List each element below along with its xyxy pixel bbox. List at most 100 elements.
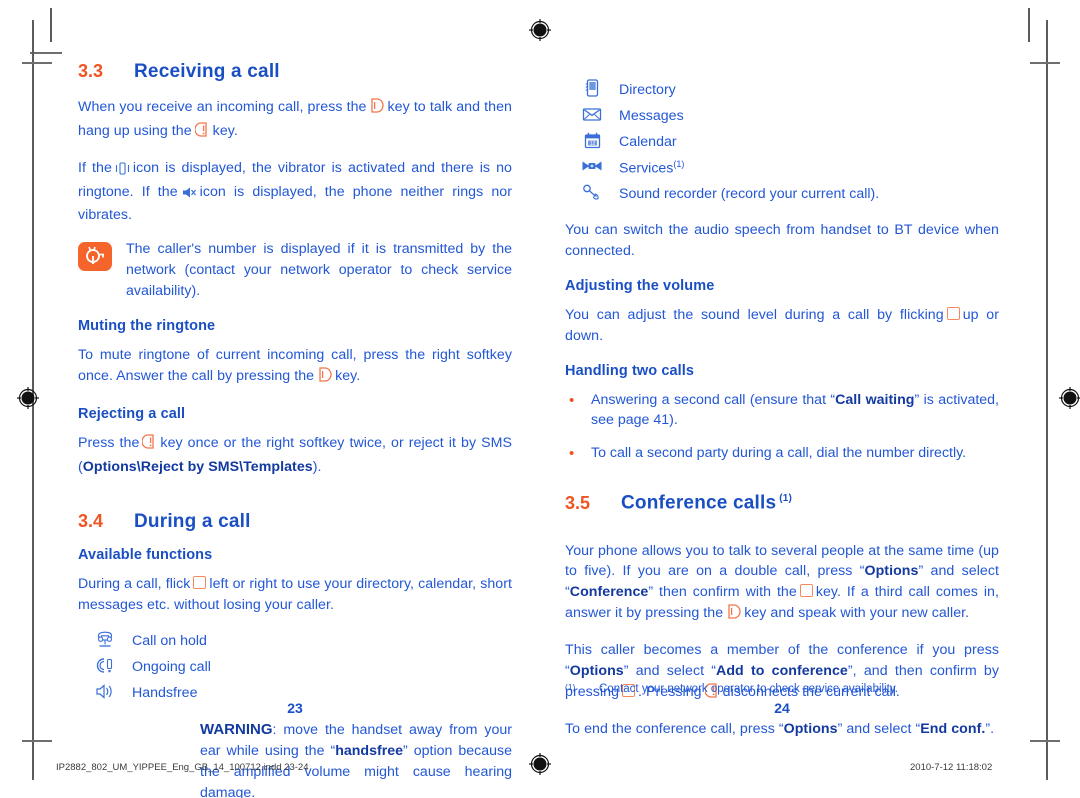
vibrate-icon bbox=[115, 161, 130, 182]
navigation-key-icon bbox=[193, 576, 207, 590]
conference-bold: Conference bbox=[569, 584, 649, 601]
list-item-label: Ongoing call bbox=[132, 658, 211, 675]
text-fragment: Press the bbox=[78, 434, 140, 451]
tip-callout: The caller's number is displayed if it i… bbox=[78, 239, 512, 302]
subheading-muting-the-ringtone: Muting the ringtone bbox=[78, 317, 216, 334]
tip-text: The caller's number is displayed if it i… bbox=[126, 241, 512, 300]
list-item: Ongoing call bbox=[78, 655, 512, 680]
text-fragment: If the bbox=[78, 159, 112, 176]
messages-envelope-icon bbox=[565, 107, 619, 127]
paragraph-bluetooth-switch: You can switch the audio speech from han… bbox=[565, 222, 999, 259]
bullet-text: To call a second party during a call, di… bbox=[591, 445, 967, 462]
text-fragment: Answering a second call (ensure that “ bbox=[591, 391, 836, 408]
paragraph-receiving-call: When you receive an incoming call, press… bbox=[78, 97, 512, 145]
paragraph-conference-3: To end the conference call, press “Optio… bbox=[565, 719, 999, 740]
call-key-icon bbox=[726, 603, 741, 627]
text-fragment: To mute ringtone of current incoming cal… bbox=[78, 346, 512, 384]
svg-text:12: 12 bbox=[589, 140, 595, 146]
list-item: Services(1) bbox=[565, 156, 999, 181]
registration-mark-bottom bbox=[529, 753, 551, 775]
subheading-adjusting-the-volume: Adjusting the volume bbox=[565, 277, 715, 294]
paragraph-rejecting: Press the key once or the right softkey t… bbox=[78, 433, 512, 478]
calendar-icon: 12 bbox=[565, 132, 619, 154]
list-item-text: Services bbox=[619, 160, 674, 177]
list-item-label: Calendar bbox=[619, 133, 677, 150]
text-fragment: ). bbox=[312, 458, 322, 475]
mute-speaker-icon bbox=[181, 185, 197, 206]
section-title-text: Conference calls bbox=[621, 492, 777, 514]
lightbulb-tip-icon bbox=[78, 242, 112, 272]
text-fragment: During a call, flick bbox=[78, 576, 191, 593]
subheading-available-functions: Available functions bbox=[78, 547, 213, 564]
footnote-reference: (1) bbox=[673, 158, 685, 169]
list-item: • To call a second party during a call, … bbox=[565, 443, 999, 465]
crop-mark-bl-horizontal bbox=[22, 740, 52, 742]
registration-mark-left bbox=[17, 387, 39, 409]
right-page-column: Directory Messages 12 Calendar Services(… bbox=[565, 62, 999, 740]
list-item: Sound recorder (record your current call… bbox=[565, 182, 999, 207]
page-number-right: 24 bbox=[774, 700, 790, 716]
sound-recorder-icon bbox=[565, 184, 619, 206]
paragraph-volume: You can adjust the sound level during a … bbox=[565, 305, 999, 347]
paragraph-vibrator-silent: If the icon is displayed, the vibrator is… bbox=[78, 158, 512, 227]
list-item-label: Handsfree bbox=[132, 684, 198, 701]
directory-icon bbox=[565, 79, 619, 102]
footnote: (1) Contact your network operator to che… bbox=[565, 681, 995, 697]
text-fragment: key. bbox=[212, 122, 238, 139]
list-item-label: Services(1) bbox=[619, 158, 684, 180]
options-bold: Options bbox=[569, 662, 624, 679]
section-number: 3.3 bbox=[78, 61, 104, 81]
crop-mark-tl-horizontal-2 bbox=[22, 62, 52, 64]
crop-mark-tr-horizontal bbox=[1030, 62, 1060, 64]
bullet-icon: • bbox=[569, 445, 575, 463]
end-call-key-icon bbox=[194, 121, 210, 145]
page-number-left: 23 bbox=[287, 700, 303, 716]
navigation-key-icon bbox=[946, 306, 960, 320]
print-slug-date: 2010-7-12 11:18:02 bbox=[910, 762, 993, 773]
paragraph-during-a-call: During a call, flick left or right to use… bbox=[78, 574, 512, 616]
list-item-label: Call on hold bbox=[132, 632, 207, 649]
text-fragment: key and speak with your new caller. bbox=[744, 605, 970, 622]
print-slug-filename: IP2882_802_UM_YIPPEE_Eng_GB_14_100712.in… bbox=[56, 762, 309, 773]
crop-mark-tl-horizontal bbox=[30, 52, 62, 54]
list-item: • Answering a second call (ensure that “… bbox=[565, 390, 999, 432]
list-item-label: Sound recorder (record your current call… bbox=[619, 185, 880, 202]
crop-mark-tl-vertical bbox=[50, 8, 52, 42]
paragraph-muting: To mute ringtone of current incoming cal… bbox=[78, 345, 512, 390]
section-title: Conference calls (1) bbox=[621, 493, 792, 514]
text-fragment: ”. bbox=[985, 720, 995, 737]
services-icon bbox=[565, 159, 619, 178]
bullet-icon: • bbox=[569, 391, 575, 409]
footnote-text: Contact your network operator to check s… bbox=[599, 683, 898, 695]
call-key-icon bbox=[369, 97, 385, 121]
paragraph-conference-1: Your phone allows you to talk to several… bbox=[565, 541, 999, 628]
section-heading-3-3: 3.3 Receiving a call bbox=[78, 61, 512, 83]
call-key-icon bbox=[317, 366, 332, 390]
subheading-rejecting-a-call: Rejecting a call bbox=[78, 405, 186, 422]
handsfree-speaker-icon bbox=[78, 683, 132, 705]
section-title: During a call bbox=[134, 511, 251, 533]
during-call-function-list: Call on hold Ongoing call Handsfree bbox=[78, 629, 512, 706]
section-number: 3.4 bbox=[78, 511, 104, 532]
registration-mark-right bbox=[1059, 387, 1080, 409]
left-page-column: 3.3 Receiving a call When you receive an… bbox=[78, 61, 512, 798]
handsfree-bold: handsfree bbox=[335, 743, 403, 760]
end-conf-bold: End conf. bbox=[920, 720, 986, 737]
warning-label: WARNING bbox=[200, 721, 273, 739]
footnote-mark: (1) bbox=[565, 682, 576, 692]
options-bold: Options bbox=[783, 720, 838, 737]
subheading-handling-two-calls: Handling two calls bbox=[565, 362, 695, 379]
crop-mark-br-horizontal bbox=[1030, 740, 1060, 742]
trim-line-right bbox=[1046, 20, 1048, 780]
options-bold: Options bbox=[864, 563, 919, 580]
section-heading-3-5: 3.5 Conference calls (1) bbox=[565, 493, 999, 514]
in-call-apps-list: Directory Messages 12 Calendar Services(… bbox=[565, 78, 999, 207]
list-item-label: Messages bbox=[619, 107, 684, 124]
call-waiting-bold: Call waiting bbox=[835, 391, 915, 408]
text-fragment: ” then confirm with the bbox=[648, 584, 797, 601]
navigation-key-icon bbox=[799, 584, 813, 598]
crop-mark-tr-vertical bbox=[1028, 8, 1030, 42]
registration-mark-top bbox=[529, 19, 551, 41]
printed-page-spread: 3.3 Receiving a call When you receive an… bbox=[0, 0, 1080, 798]
section-heading-3-4: 3.4 During a call bbox=[78, 511, 512, 533]
